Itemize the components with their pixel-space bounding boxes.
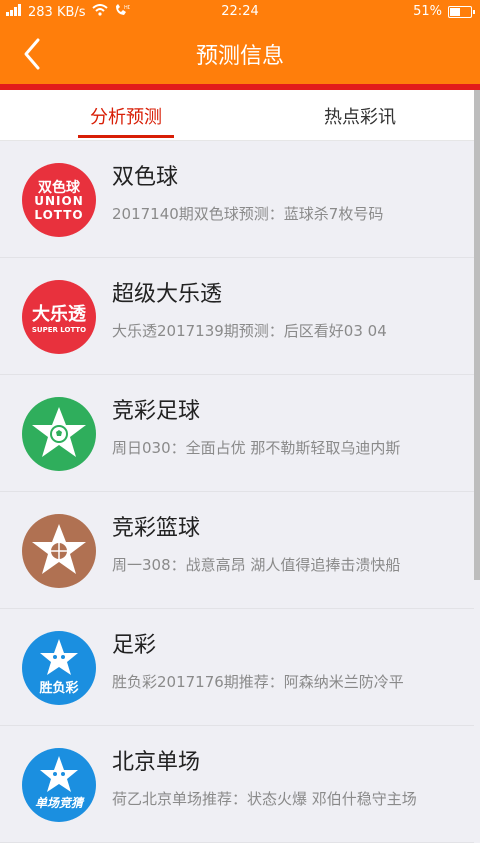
tab-bar: 分析预测 热点彩讯: [0, 90, 474, 141]
tab-hot-news[interactable]: 热点彩讯: [260, 90, 460, 140]
basketball-star-logo: [22, 514, 96, 588]
soccer-star-logo: [22, 397, 96, 471]
item-title: 竞彩篮球: [112, 516, 201, 541]
union-lotto-logo: 双色球 UNION LOTTO: [22, 163, 96, 237]
item-desc: 大乐透2017139期预测：后区看好03 04: [112, 322, 387, 340]
super-lotto-logo: 大乐透 SUPER LOTTO: [22, 280, 96, 354]
item-title: 北京单场: [112, 750, 201, 775]
item-title: 双色球: [112, 165, 179, 190]
tab-active-indicator: [78, 135, 174, 138]
status-bar: 283 KB/s HD 22:24 51%: [0, 0, 480, 24]
shengfucai-logo: 胜负彩: [22, 631, 96, 705]
item-title: 超级大乐透: [112, 282, 223, 307]
tab-analysis[interactable]: 分析预测: [26, 90, 226, 140]
item-desc: 胜负彩2017176期推荐：阿森纳米兰防冷平: [112, 673, 404, 691]
item-desc: 2017140期双色球预测：蓝球杀7枚号码: [112, 205, 384, 223]
list-item-jclq[interactable]: 竞彩篮球 周一308：战意高昂 湖人值得追捧击溃快船: [0, 492, 474, 609]
scrollbar[interactable]: [474, 90, 480, 580]
item-desc: 周一308：战意高昂 湖人值得追捧击溃快船: [112, 556, 401, 574]
battery-icon: [448, 5, 475, 18]
soccer-ball-icon: [32, 407, 86, 457]
list-item-dlt[interactable]: 大乐透 SUPER LOTTO 超级大乐透 大乐透2017139期预测：后区看好…: [0, 258, 474, 375]
battery-percent: 51%: [413, 4, 442, 19]
app-header: 预测信息: [0, 24, 480, 84]
danchang-logo: 单场竞猜: [22, 748, 96, 822]
basketball-icon: [32, 524, 86, 574]
item-desc: 周日030：全面占优 那不勒斯轻取乌迪内斯: [112, 439, 401, 457]
item-title: 竞彩足球: [112, 399, 201, 424]
list-item-jczq[interactable]: 竞彩足球 周日030：全面占优 那不勒斯轻取乌迪内斯: [0, 375, 474, 492]
status-time: 22:24: [221, 4, 259, 19]
list-item-zucai[interactable]: 胜负彩 足彩 胜负彩2017176期推荐：阿森纳米兰防冷平: [0, 609, 474, 726]
list-item-ssq[interactable]: 双色球 UNION LOTTO 双色球 2017140期双色球预测：蓝球杀7枚号…: [0, 141, 474, 258]
item-desc: 荷乙北京单场推荐：状态火爆 邓伯什稳守主场: [112, 790, 417, 808]
lottery-list: 双色球 UNION LOTTO 双色球 2017140期双色球预测：蓝球杀7枚号…: [0, 141, 474, 843]
item-title: 足彩: [112, 633, 157, 658]
list-item-bjdc[interactable]: 单场竞猜 北京单场 荷乙北京单场推荐：状态火爆 邓伯什稳守主场: [0, 726, 474, 843]
page-title: 预测信息: [195, 44, 284, 69]
